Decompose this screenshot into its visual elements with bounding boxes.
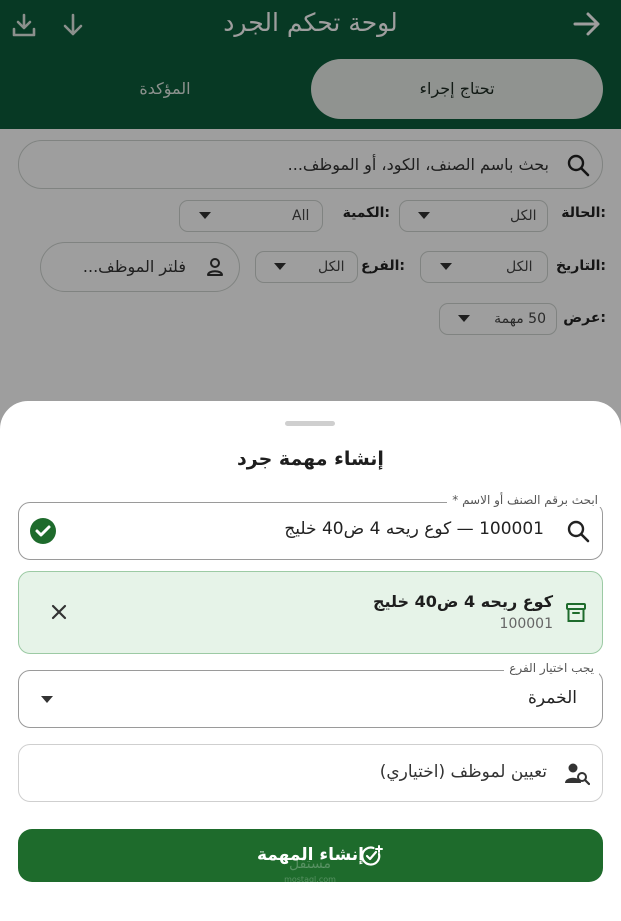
chevron-down-icon xyxy=(41,696,53,703)
watermark: مستقل mostaql.com xyxy=(260,857,360,887)
branch-select-label: يجب اختيار الفرع xyxy=(504,661,599,675)
sheet-title: إنشاء مهمة جرد xyxy=(237,448,384,470)
assign-employee-input[interactable]: تعيين لموظف (اختياري) xyxy=(380,762,547,782)
selected-item-card xyxy=(18,571,603,654)
item-search-label: ابحث برقم الصنف أو الاسم * xyxy=(447,493,603,507)
watermark-line2: mostaql.com xyxy=(284,875,336,884)
close-icon[interactable] xyxy=(50,603,68,621)
selected-item-code: 100001 xyxy=(499,616,553,632)
person-search-icon xyxy=(564,762,590,786)
check-circle-icon xyxy=(30,518,56,544)
watermark-line1: مستقل xyxy=(289,856,331,872)
branch-select-value: الخمرة xyxy=(528,688,577,708)
item-search-input[interactable]: 100001 — كوع ريحه 4 ض40 خليج xyxy=(284,519,544,539)
branch-select[interactable] xyxy=(18,670,603,728)
search-icon xyxy=(566,519,590,543)
selected-item-name: كوع ريحه 4 ض40 خليج xyxy=(372,592,553,611)
drag-handle[interactable] xyxy=(285,421,335,426)
archive-icon xyxy=(565,602,587,624)
